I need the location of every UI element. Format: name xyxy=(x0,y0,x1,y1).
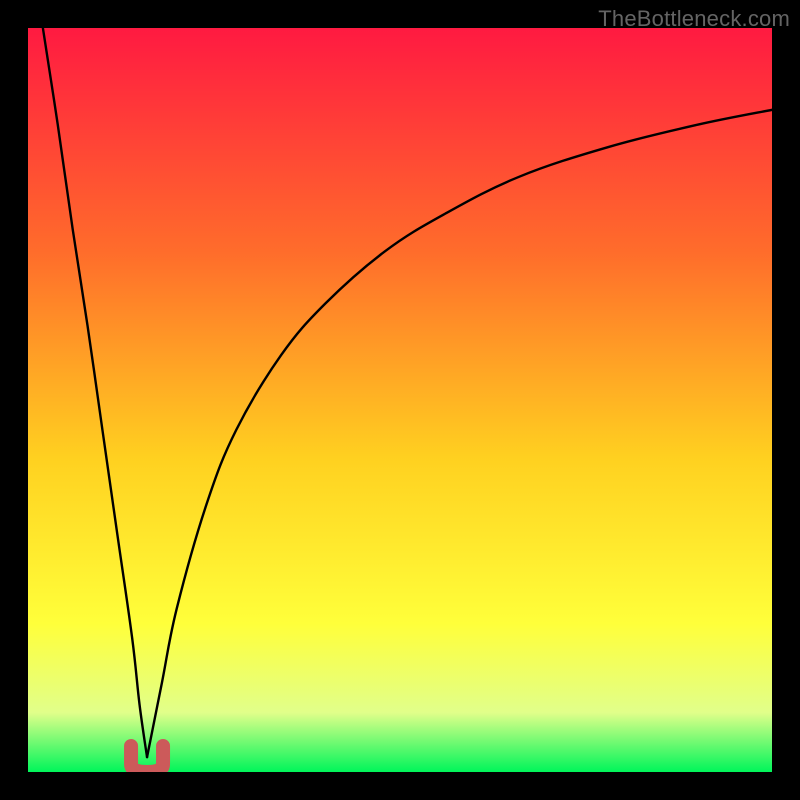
watermark-text: TheBottleneck.com xyxy=(598,6,790,32)
plot-area xyxy=(28,28,772,772)
chart-frame: TheBottleneck.com xyxy=(0,0,800,800)
chart-svg xyxy=(28,28,772,772)
heat-background xyxy=(28,28,772,772)
